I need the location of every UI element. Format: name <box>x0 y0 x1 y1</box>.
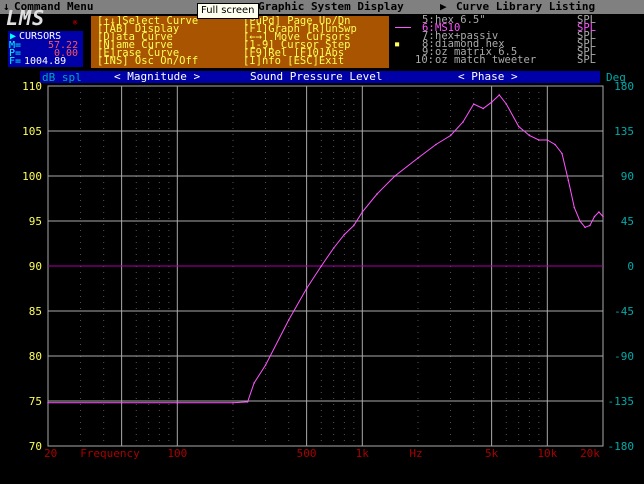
series-line-ms10[interactable] <box>48 94 604 404</box>
data-point <box>176 402 179 404</box>
x-tick-label: 100 <box>167 447 187 460</box>
data-point <box>554 143 556 146</box>
y-tick-label: 80 <box>29 350 42 363</box>
y-tick-label: 105 <box>22 125 42 138</box>
spl-chart[interactable]: 110 105 100 95 90 85 80 75 70 180 135 90 45 0 -45 -90 -1… <box>0 0 644 484</box>
y-tick-label: 90 <box>29 260 42 273</box>
y2-tick-label: -180 <box>608 440 635 453</box>
y-tick-label: 100 <box>22 170 42 183</box>
data-point <box>246 401 249 403</box>
x-tick-label: 1k <box>356 447 370 460</box>
data-point <box>332 247 335 249</box>
data-point <box>561 152 563 155</box>
data-point <box>376 193 378 195</box>
data-point <box>567 179 570 182</box>
data-point <box>435 143 437 146</box>
data-point <box>253 382 255 384</box>
data-point <box>264 364 267 366</box>
x-tick-label: 5k <box>485 447 499 460</box>
y2-tick-label: 180 <box>614 80 634 93</box>
full-screen-tooltip: Full screen <box>197 3 259 19</box>
data-point <box>320 265 323 267</box>
data-point <box>538 139 540 141</box>
data-point <box>517 125 520 128</box>
data-point <box>287 319 290 321</box>
y2-tick-label: -90 <box>614 350 634 363</box>
data-point <box>498 94 501 96</box>
y-tick-label: 95 <box>29 215 42 228</box>
y2-tick-label: 0 <box>627 260 634 273</box>
data-point <box>472 103 475 105</box>
y2-tick-label: 90 <box>621 170 634 183</box>
data-point <box>394 175 396 177</box>
y-tick-label: 75 <box>29 395 42 408</box>
data-point <box>589 224 591 227</box>
data-point <box>482 107 485 110</box>
y2-tick-label: 45 <box>621 215 634 228</box>
data-point <box>47 402 49 404</box>
data-point <box>449 134 452 137</box>
x-tick-label: 20k <box>580 447 600 460</box>
x-tick-label: 10k <box>537 447 557 460</box>
data-point <box>598 211 600 213</box>
x-unit-label: Hz <box>409 447 422 460</box>
y2-tick-label: 135 <box>614 125 634 138</box>
data-point <box>579 220 581 222</box>
data-point <box>505 103 508 105</box>
x-tick-label: 20 <box>44 447 57 460</box>
x-axis-label: Frequency <box>80 447 140 460</box>
y-tick-label: 70 <box>29 440 42 453</box>
data-point <box>584 226 586 229</box>
y2-tick-label: -135 <box>608 395 635 408</box>
data-point <box>462 121 464 123</box>
data-point <box>417 157 419 159</box>
data-point <box>593 215 596 218</box>
data-point <box>528 134 531 137</box>
y-tick-label: 110 <box>22 80 42 93</box>
data-point <box>343 233 346 236</box>
data-point <box>232 402 234 404</box>
data-point <box>490 101 493 103</box>
y-tick-label: 85 <box>29 305 42 318</box>
data-point <box>546 139 549 141</box>
x-tick-label: 500 <box>297 447 317 460</box>
data-point <box>573 206 576 209</box>
data-point <box>305 287 308 290</box>
data-point <box>353 224 355 227</box>
y2-tick-label: -45 <box>614 305 634 318</box>
data-point <box>361 211 364 213</box>
data-point <box>602 215 604 218</box>
